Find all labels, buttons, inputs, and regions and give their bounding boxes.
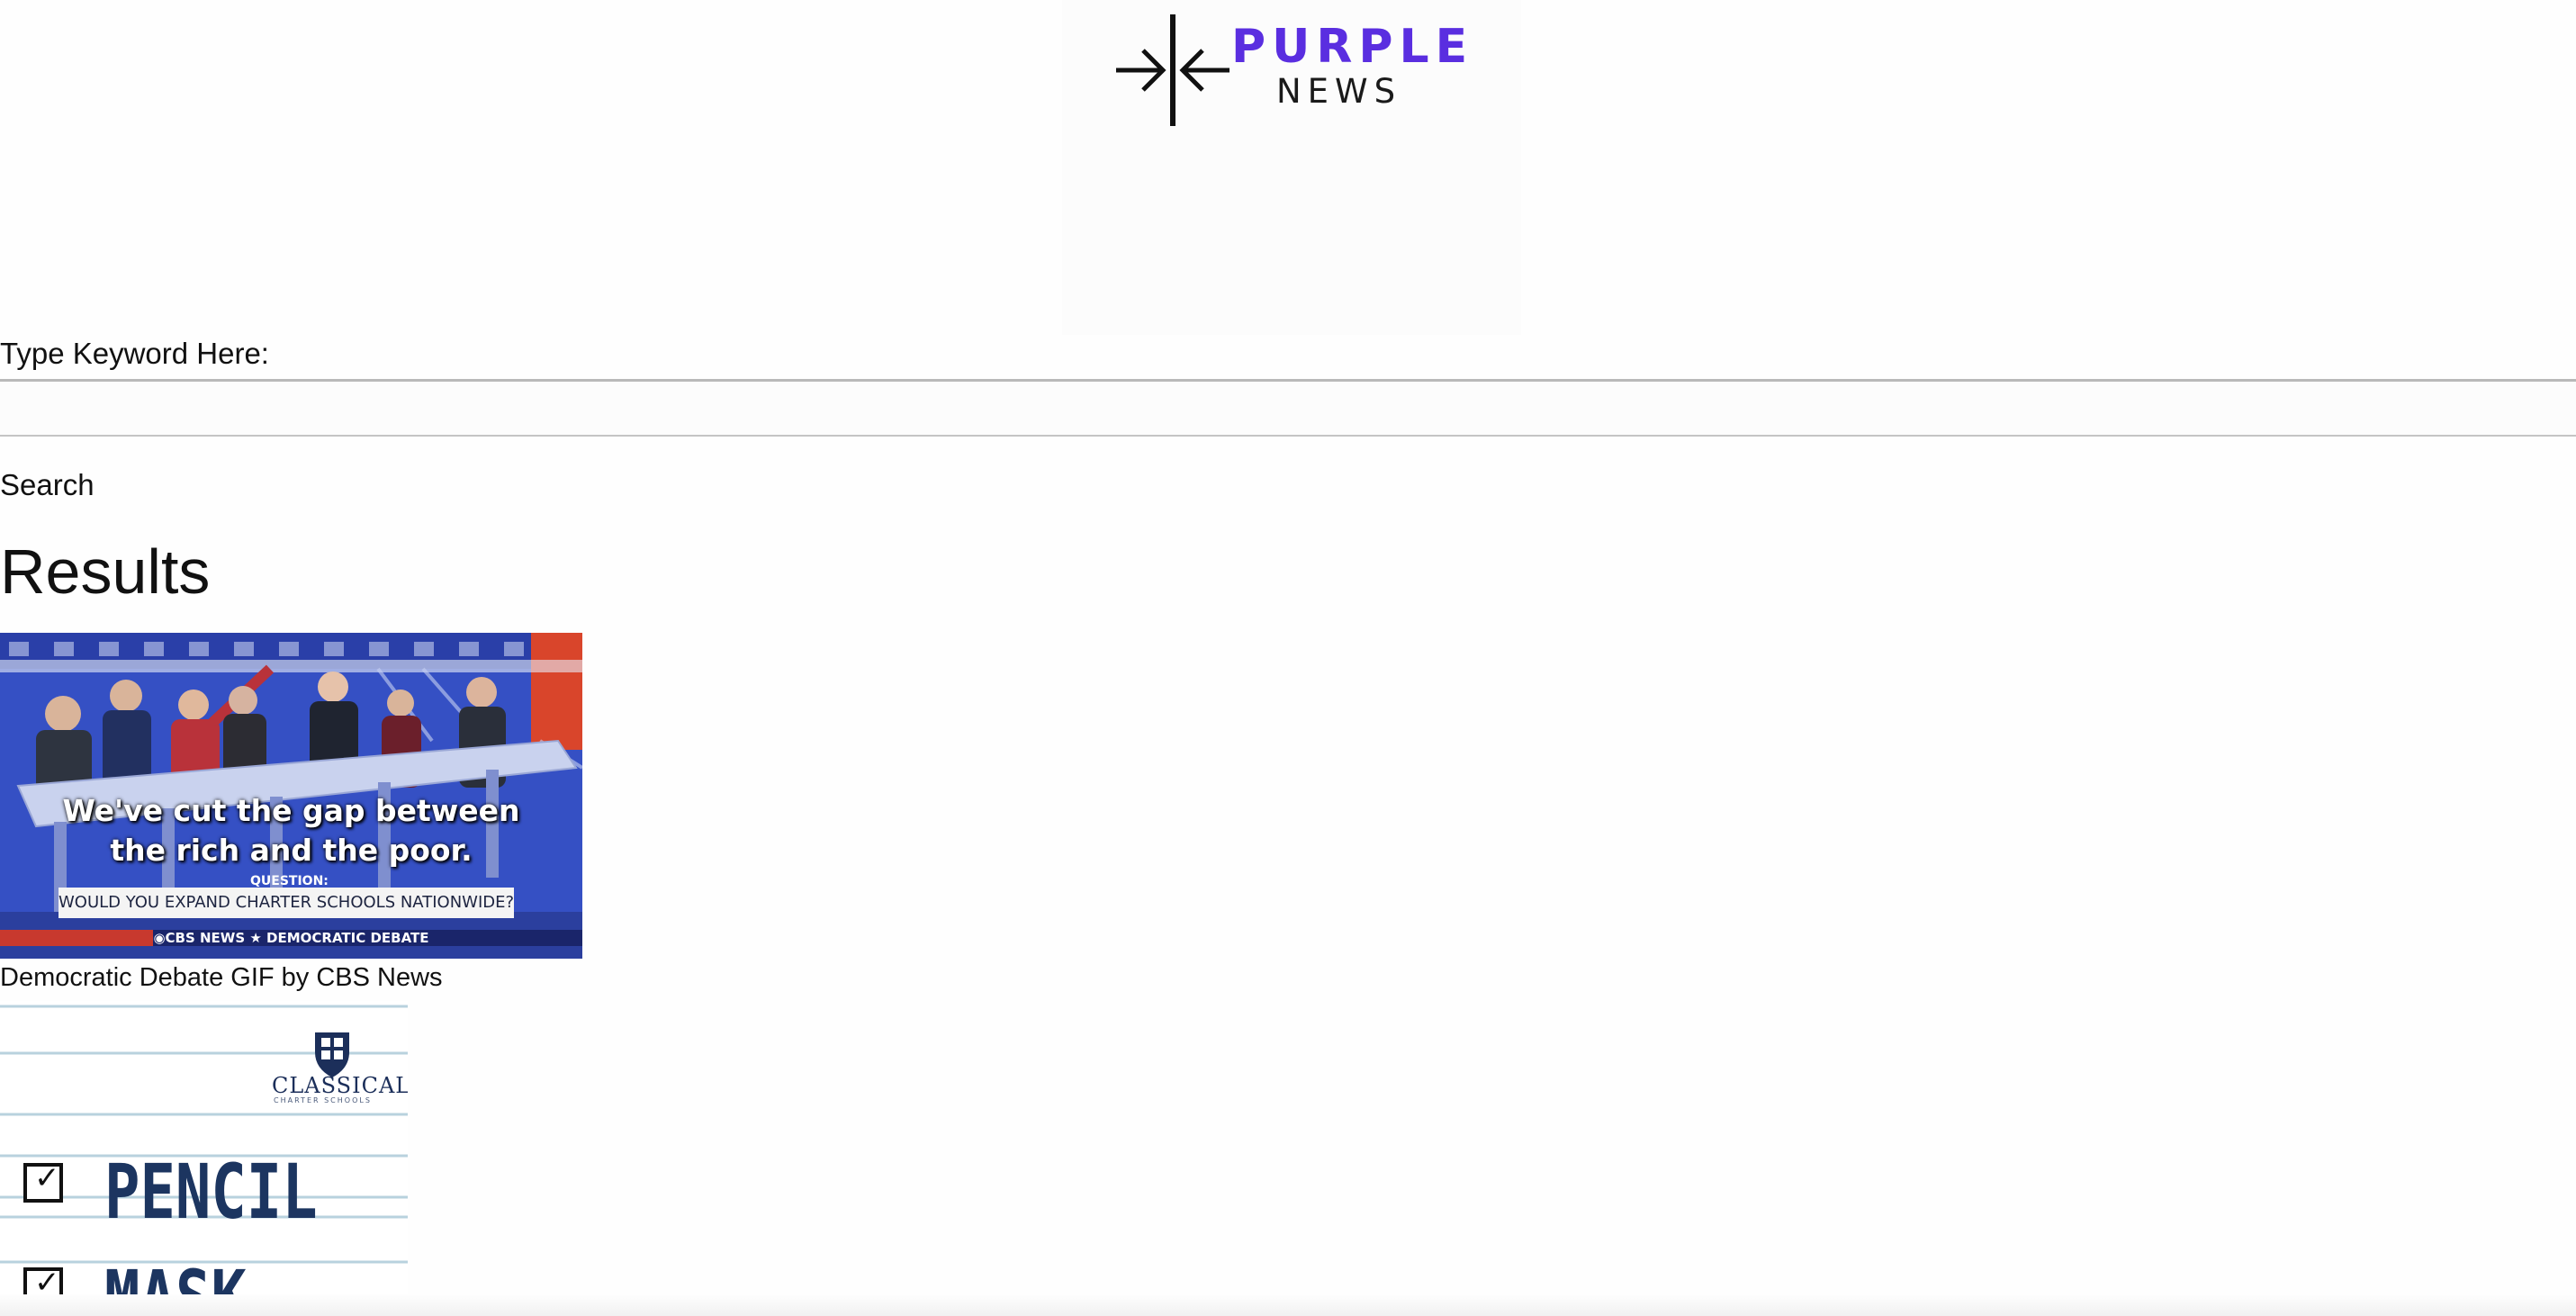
subtitle-line-1: We've cut the gap between [62,793,520,828]
question-label: QUESTION: [250,874,329,888]
arrows-converge-icon [1116,14,1229,126]
check-icon: ✓ [34,1265,60,1301]
search-button[interactable]: Search [0,468,95,502]
keyword-input[interactable] [0,379,2576,437]
page-bottom-edge [0,1294,2576,1316]
purple-news-logo[interactable]: PURPLE NEWS [1112,13,1467,130]
network-tag: ◉CBS NEWS ★ DEMOCRATIC DEBATE [153,930,429,946]
result-image-debate[interactable]: We've cut the gap between the rich and t… [0,633,582,959]
school-logo-subtitle: CHARTER SCHOOLS [274,1096,372,1104]
results-heading: Results [0,536,211,607]
result-caption[interactable]: Democratic Debate GIF by CBS News [0,963,443,993]
keyword-label: Type Keyword Here: [0,337,269,370]
logo-subtitle: NEWS [1276,72,1402,111]
checklist-item-1: PENCIL [104,1148,318,1236]
question-box: WOULD YOU EXPAND CHARTER SCHOOLS NATIONW… [59,888,514,918]
subtitle-line-2: the rich and the poor. [110,833,473,868]
checkbox-checked-icon: ✓ [23,1163,63,1203]
school-logo-text: CLASSICAL [272,1073,408,1098]
logo-wordmark: PURPLE [1231,20,1474,74]
check-icon: ✓ [34,1160,60,1196]
